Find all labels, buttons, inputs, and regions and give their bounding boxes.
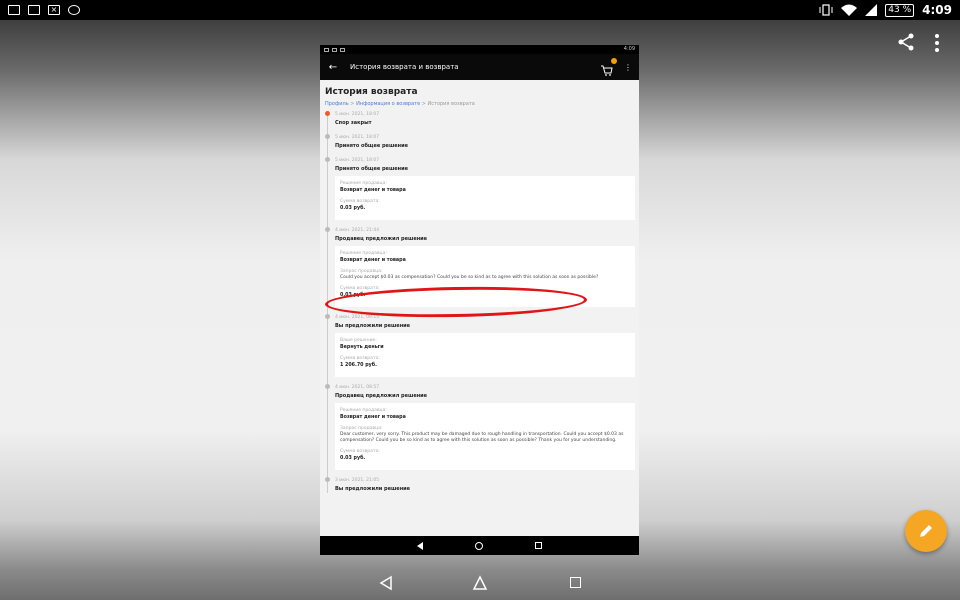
nav-back-icon[interactable] [417, 541, 423, 550]
pencil-icon [920, 525, 932, 537]
cart-badge [611, 58, 617, 64]
timeline-date: 5 июн. 2021, 18:07 [335, 135, 380, 140]
timeline-date: 4 июн. 2021, 08:57 [335, 385, 380, 390]
timeline-title: Продавец предложил решение [335, 393, 428, 399]
timeline-title: Продавец предложил решение [335, 236, 428, 242]
decision-card: Решение продавца: Возврат денег и товара З… [335, 403, 635, 470]
field-value: Возврат денег и товара [340, 258, 406, 263]
nav-home-icon[interactable] [475, 541, 483, 550]
field-label: Ваше решение: [340, 338, 377, 343]
timeline-dot [325, 111, 330, 116]
timeline-date: 5 июн. 2021, 18:07 [335, 158, 380, 163]
system-recent-icon[interactable] [570, 577, 581, 588]
edit-fab[interactable] [905, 510, 947, 552]
cast-icon [28, 5, 40, 15]
timeline-item: 4 июн. 2021, 09:15 Вы предложили решение В… [325, 314, 635, 377]
clock: 4:09 [922, 3, 952, 17]
app-bar-title: История возврата и возврата [350, 63, 459, 71]
timeline-date: 5 июн. 2021, 18:07 [335, 112, 380, 117]
breadcrumb-profile[interactable]: Профиль [325, 101, 349, 107]
field-value: 1 206.70 руб. [340, 363, 377, 368]
phone-nav-bar [320, 536, 639, 555]
timeline-title: Вы предложили решение [335, 323, 411, 329]
decision-card: Ваше решение: Вернуть деньги Сумма возврат… [335, 333, 635, 377]
phone-clock: 4:09 [623, 46, 635, 52]
field-value: Возврат денег и товара [340, 415, 406, 420]
timeline-dot [325, 227, 330, 232]
field-label: Решение продавца: [340, 251, 387, 256]
timeline-date: 3 июн. 2021, 21:05 [335, 478, 380, 483]
field-value: 0.03 руб. [340, 206, 366, 211]
nav-recent-icon[interactable] [535, 542, 542, 549]
x-app-icon: × [48, 5, 60, 15]
field-label: Сумма возврата: [340, 356, 380, 361]
back-arrow-icon[interactable]: ← [320, 62, 346, 73]
timeline-title: Принято общее решение [335, 143, 409, 149]
field-value: Вернуть деньги [340, 345, 384, 350]
timeline-dot [325, 384, 330, 389]
timeline-title: Спор закрыт [335, 120, 372, 126]
seller-request-text: Dear customer, very sorry. This product … [340, 432, 624, 443]
timeline-dot [325, 477, 330, 482]
vibrate-icon [819, 4, 833, 16]
cart-icon[interactable] [601, 58, 617, 76]
system-home-icon[interactable] [472, 575, 488, 591]
field-label: Запрос продавца: [340, 426, 383, 431]
field-label: Сумма возврата: [340, 199, 380, 204]
page-title: История возврата [325, 87, 418, 97]
status-bar: × 43 % 4:09 [0, 0, 960, 20]
breadcrumb-return-info[interactable]: Информация о возврате [356, 101, 420, 107]
field-value: 0.03 руб. [340, 456, 366, 461]
timeline-dot [325, 134, 330, 139]
system-nav-bar [0, 568, 960, 600]
field-label: Решение продавца: [340, 181, 387, 186]
system-back-icon[interactable] [378, 575, 394, 591]
field-label: Запрос продавца: [340, 269, 383, 274]
phone-app-bar: ← История возврата и возврата ⋮ [320, 54, 639, 80]
timeline-item: 5 июн. 2021, 18:07 Спор закрыт [325, 111, 635, 127]
field-label: Сумма возврата: [340, 449, 380, 454]
phone-status-bar: 4:09 [320, 45, 639, 54]
timeline-title: Принято общее решение [335, 166, 409, 172]
vpn-icon [68, 5, 80, 15]
battery-indicator: 43 % [885, 3, 915, 17]
timeline-dot [325, 314, 330, 319]
breadcrumb: Профиль > Информация о возврате > Истори… [325, 101, 475, 107]
decision-card: Решение продавца: Возврат денег и товара С… [335, 176, 635, 220]
signal-icon [865, 4, 878, 16]
wifi-icon [841, 4, 858, 16]
timeline-title: Вы предложили решение [335, 486, 411, 492]
phone-more-icon[interactable]: ⋮ [623, 63, 633, 72]
share-icon[interactable] [897, 33, 915, 51]
timeline-item: 5 июн. 2021, 18:07 Принято общее решение [325, 134, 635, 150]
field-label: Решение продавца: [340, 408, 387, 413]
breadcrumb-current: История возврата [427, 101, 475, 107]
field-value: Возврат денег и товара [340, 188, 406, 193]
seller-request-text: Could you accept $0.03 as compensation? … [340, 275, 599, 280]
timeline-item: 5 июн. 2021, 18:07 Принято общее решение Р… [325, 157, 635, 220]
timeline-item: 4 июн. 2021, 08:57 Продавец предложил реш… [325, 384, 635, 470]
image-icon [8, 5, 20, 15]
timeline-date: 4 июн. 2021, 21:44 [335, 228, 380, 233]
timeline-item: 3 июн. 2021, 21:05 Вы предложили решение [325, 477, 635, 493]
timeline-dot [325, 157, 330, 162]
more-vert-icon[interactable] [930, 34, 944, 52]
